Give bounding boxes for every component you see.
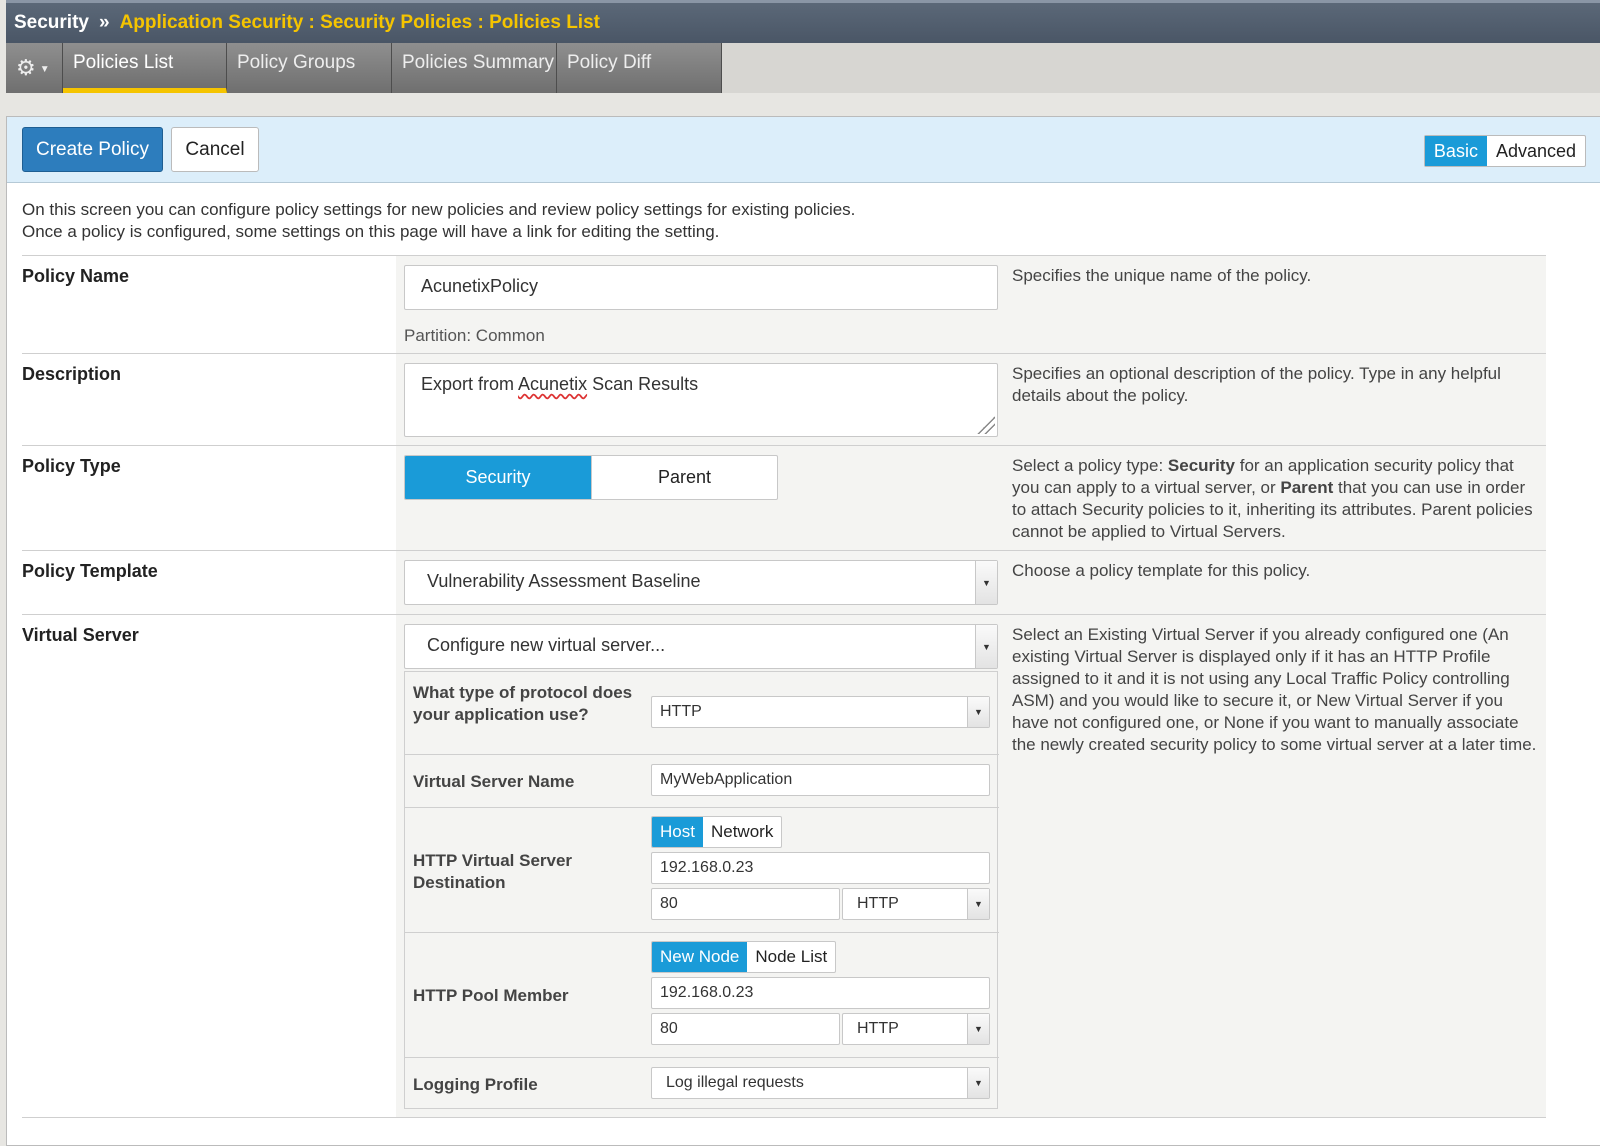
chevron-down-icon: ▼ xyxy=(967,889,989,919)
create-policy-button[interactable]: Create Policy xyxy=(22,127,163,172)
protocol-row: What type of protocol does your applicat… xyxy=(405,672,999,754)
options-menu-button[interactable]: ⚙ ▼ xyxy=(6,43,63,93)
policy-type-help-1: Select a policy type: xyxy=(1012,456,1168,475)
tab-policy-groups[interactable]: Policy Groups xyxy=(227,43,392,93)
protocol-label: What type of protocol does your applicat… xyxy=(413,683,633,724)
pool-node-toggle: New Node Node List xyxy=(651,941,837,973)
virtual-server-help: Select an Existing Virtual Server if you… xyxy=(1012,625,1537,754)
logging-profile-label: Logging Profile xyxy=(413,1075,538,1094)
pool-service-value: HTTP xyxy=(857,1020,899,1037)
policy-type-security-button[interactable]: Security xyxy=(405,456,591,499)
row-policy-type: Policy Type Security Parent Select a pol… xyxy=(22,445,1546,550)
logging-profile-row: Logging Profile Log illegal requests ▼ xyxy=(405,1057,999,1109)
intro-line-2: Once a policy is configured, some settin… xyxy=(22,222,720,241)
description-text-3: Scan Results xyxy=(587,374,699,394)
mode-basic-button[interactable]: Basic xyxy=(1424,136,1487,166)
description-text-1: Export from xyxy=(421,374,519,394)
destination-network-button[interactable]: Network xyxy=(703,817,781,847)
chevron-down-icon: ▼ xyxy=(967,1014,989,1044)
create-policy-panel: Create Policy Cancel Basic Advanced On t… xyxy=(6,116,1600,1146)
pool-port-input[interactable]: 80 xyxy=(651,1013,840,1045)
partition-label: Partition: Common xyxy=(404,326,545,345)
cancel-button[interactable]: Cancel xyxy=(171,127,259,172)
pool-ip-input[interactable]: 192.168.0.23 xyxy=(651,977,990,1009)
logging-profile-value: Log illegal requests xyxy=(666,1074,804,1091)
virtual-server-select[interactable]: Configure new virtual server... ▼ xyxy=(404,624,998,669)
description-label: Description xyxy=(22,364,122,384)
virtual-server-value: Configure new virtual server... xyxy=(427,635,666,655)
mode-advanced-button[interactable]: Advanced xyxy=(1487,136,1585,166)
row-policy-name: Policy Name AcunetixPolicy Partition: Co… xyxy=(22,255,1546,353)
policy-name-help: Specifies the unique name of the policy. xyxy=(1012,266,1312,285)
breadcrumb: Security » Application Security : Securi… xyxy=(6,0,1600,43)
tab-policies-summary[interactable]: Policies Summary xyxy=(392,43,557,93)
pool-new-node-button[interactable]: New Node xyxy=(652,942,748,972)
vs-destination-label: HTTP Virtual Server Destination xyxy=(413,851,573,892)
pool-service-select[interactable]: HTTP ▼ xyxy=(842,1013,990,1045)
chevron-down-icon: ▼ xyxy=(975,561,997,604)
pool-member-label: HTTP Pool Member xyxy=(413,986,569,1005)
destination-service-value: HTTP xyxy=(857,895,899,912)
caret-down-icon: ▼ xyxy=(39,64,50,75)
policy-type-help-bold-1: Security xyxy=(1167,456,1236,475)
view-mode-toggle: Basic Advanced xyxy=(1423,135,1586,167)
policy-template-label: Policy Template xyxy=(22,561,158,581)
breadcrumb-separator: » xyxy=(98,12,110,33)
virtual-server-content: Configure new virtual server... ▼ What t… xyxy=(396,615,1546,1117)
intro-line-1: On this screen you can configure policy … xyxy=(22,200,856,219)
protocol-value: HTTP xyxy=(660,703,702,720)
row-description: Description Export from Acunetix Scan Re… xyxy=(22,353,1546,445)
description-text-2: Acunetix xyxy=(518,374,588,394)
tab-bar: ⚙ ▼ Policies List Policy Groups Policies … xyxy=(6,43,1600,93)
protocol-select[interactable]: HTTP ▼ xyxy=(651,696,990,728)
pool-member-row: HTTP Pool Member New Node Node List 192.… xyxy=(405,932,999,1057)
tab-policies-list[interactable]: Policies List xyxy=(63,43,227,93)
resize-handle-icon[interactable] xyxy=(977,416,995,434)
vs-name-row: Virtual Server Name MyWebApplication xyxy=(405,754,999,807)
destination-port-input[interactable]: 80 xyxy=(651,888,840,920)
row-policy-template: Policy Template Vulnerability Assessment… xyxy=(22,550,1546,614)
intro-text: On this screen you can configure policy … xyxy=(7,183,1600,257)
policy-name-content: AcunetixPolicy Partition: Common Specifi… xyxy=(396,256,1546,353)
action-toolbar: Create Policy Cancel Basic Advanced xyxy=(7,117,1600,183)
description-help: Specifies an optional description of the… xyxy=(1012,364,1501,405)
policy-name-input[interactable]: AcunetixPolicy xyxy=(404,265,998,310)
chevron-down-icon: ▼ xyxy=(975,625,997,668)
policy-type-label: Policy Type xyxy=(22,456,121,476)
destination-ip-input[interactable]: 192.168.0.23 xyxy=(651,852,990,884)
policy-type-content: Security Parent Select a policy type: Se… xyxy=(396,446,1546,550)
policy-name-label: Policy Name xyxy=(22,266,130,286)
breadcrumb-path: Application Security : Security Policies… xyxy=(119,12,600,33)
policy-type-help: Select a policy type: Security for an ap… xyxy=(1012,455,1538,543)
new-virtual-server-box: What type of protocol does your applicat… xyxy=(404,671,999,1109)
vs-name-input[interactable]: MyWebApplication xyxy=(651,764,990,796)
policy-template-help: Choose a policy template for this policy… xyxy=(1012,561,1311,580)
policy-type-toggle: Security Parent xyxy=(404,455,778,500)
description-textarea[interactable]: Export from Acunetix Scan Results xyxy=(404,363,998,437)
policy-type-parent-button[interactable]: Parent xyxy=(591,456,777,499)
description-content: Export from Acunetix Scan Results Specif… xyxy=(396,354,1546,445)
destination-type-toggle: Host Network xyxy=(651,816,783,848)
policy-template-select[interactable]: Vulnerability Assessment Baseline ▼ xyxy=(404,560,998,605)
row-virtual-server: Virtual Server Configure new virtual ser… xyxy=(22,614,1546,1118)
logging-profile-select[interactable]: Log illegal requests ▼ xyxy=(651,1067,990,1099)
gear-icon: ⚙ xyxy=(16,55,36,80)
vs-name-label: Virtual Server Name xyxy=(413,772,575,791)
virtual-server-label: Virtual Server xyxy=(22,625,139,645)
pool-node-list-button[interactable]: Node List xyxy=(747,942,835,972)
policy-template-content: Vulnerability Assessment Baseline ▼ Choo… xyxy=(396,551,1546,614)
breadcrumb-root[interactable]: Security xyxy=(14,12,89,34)
policy-template-value: Vulnerability Assessment Baseline xyxy=(427,571,701,591)
destination-service-select[interactable]: HTTP ▼ xyxy=(842,888,990,920)
chevron-down-icon: ▼ xyxy=(967,1068,989,1098)
destination-host-button[interactable]: Host xyxy=(652,817,703,847)
vs-destination-row: HTTP Virtual Server Destination Host Net… xyxy=(405,807,999,932)
tab-policy-diff[interactable]: Policy Diff xyxy=(557,43,722,93)
policy-type-help-bold-2: Parent xyxy=(1280,478,1334,497)
chevron-down-icon: ▼ xyxy=(967,697,989,727)
